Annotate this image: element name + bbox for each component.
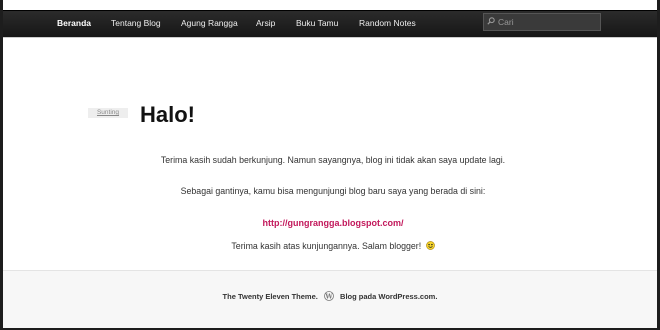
nav-item-beranda[interactable]: Beranda — [57, 11, 91, 36]
blog-link[interactable]: http://gungrangga.blogspot.com/ — [263, 218, 404, 228]
nav-item-buku-tamu[interactable]: Buku Tamu — [296, 11, 338, 36]
post-paragraph-1: Terima kasih sudah berkunjung. Namun say… — [160, 155, 506, 165]
edit-button[interactable]: Sunting — [88, 108, 128, 118]
search-input[interactable] — [498, 15, 596, 29]
footer-credits: The Twenty Eleven Theme. W Blog pada Wor… — [3, 291, 657, 301]
page: Beranda Tentang Blog Agung Rangga Arsip … — [3, 0, 660, 328]
nav-item-random-notes[interactable]: Random Notes — [359, 11, 416, 36]
footer: The Twenty Eleven Theme. W Blog pada Wor… — [3, 270, 657, 328]
post-title: Halo! — [140, 102, 195, 127]
post-link-paragraph: http://gungrangga.blogspot.com/ — [3, 218, 660, 228]
theme-link[interactable]: The Twenty Eleven Theme. — [223, 292, 318, 301]
search-icon — [487, 17, 495, 25]
main-nav: Beranda Tentang Blog Agung Rangga Arsip … — [3, 10, 657, 37]
top-strip — [3, 0, 657, 10]
post-paragraph-2: Sebagai gantinya, kamu bisa mengunjungi … — [180, 186, 486, 196]
svg-text:W: W — [324, 292, 333, 300]
post-paragraph-3: Terima kasih atas kunjungannya. Salam bl… — [3, 241, 660, 251]
nav-item-arsip[interactable]: Arsip — [256, 11, 275, 36]
nav-item-agung-rangga[interactable]: Agung Rangga — [181, 11, 238, 36]
post-paragraph-3-text: Terima kasih atas kunjungannya. Salam bl… — [231, 241, 422, 251]
wordpress-link[interactable]: Blog pada WordPress.com. — [340, 292, 437, 301]
wordpress-icon[interactable]: W — [324, 291, 334, 301]
smiley-icon — [425, 241, 435, 250]
nav-item-tentang-blog[interactable]: Tentang Blog — [111, 11, 161, 36]
nav-divider — [3, 37, 657, 38]
search-box[interactable] — [483, 13, 601, 31]
